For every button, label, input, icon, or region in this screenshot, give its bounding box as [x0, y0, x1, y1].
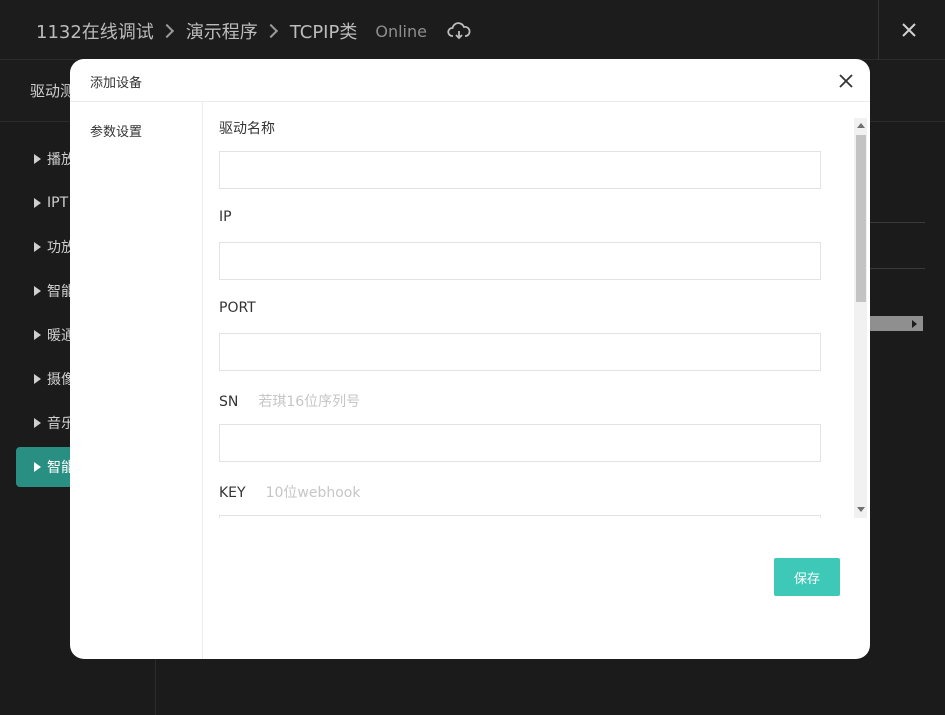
caret-right-icon	[34, 374, 41, 384]
port-input[interactable]	[219, 333, 821, 371]
app-header: 1132在线调试 演示程序 TCPIP类 Online	[0, 0, 945, 60]
sn-field: SN 若琪16位序列号	[219, 391, 821, 462]
caret-right-icon	[34, 198, 41, 208]
port-field: PORT	[219, 300, 821, 371]
breadcrumb: 1132在线调试 演示程序 TCPIP类 Online	[36, 18, 471, 44]
form-fields: 驱动名称 IP PORT SN 若琪16位序列号 KEY 10位webhook	[219, 118, 853, 518]
dialog-header: 添加设备	[70, 59, 870, 102]
cloud-sync-icon[interactable]	[447, 21, 471, 41]
form-scrollbar[interactable]	[854, 118, 867, 518]
header-divider	[878, 0, 879, 60]
field-label: SN	[219, 394, 239, 410]
divider	[870, 222, 925, 223]
driver-name-field: 驱动名称	[219, 118, 821, 189]
field-label: KEY	[219, 485, 246, 501]
field-label: PORT	[219, 300, 256, 316]
key-input[interactable]	[219, 515, 821, 518]
caret-right-icon	[34, 242, 41, 252]
chevron-right-icon	[159, 23, 174, 39]
field-label: 驱动名称	[219, 121, 275, 137]
scroll-right-icon[interactable]	[912, 320, 917, 328]
save-button[interactable]: 保存	[774, 558, 840, 596]
caret-right-icon	[34, 154, 41, 164]
nav-item-parameters[interactable]: 参数设置	[90, 121, 142, 140]
caret-right-icon	[34, 418, 41, 428]
connection-status: Online	[375, 21, 427, 41]
dialog-nav: 参数设置	[70, 102, 203, 659]
field-hint: 若琪16位序列号	[258, 394, 361, 410]
close-icon[interactable]	[898, 19, 920, 41]
scrollbar-thumb[interactable]	[856, 135, 866, 302]
ip-field: IP	[219, 209, 821, 280]
scroll-down-icon[interactable]	[857, 507, 865, 512]
dialog-title: 添加设备	[90, 76, 143, 91]
caret-right-icon	[34, 330, 41, 340]
scroll-up-icon[interactable]	[857, 123, 865, 128]
field-label: IP	[219, 209, 232, 225]
add-device-dialog: 添加设备 参数设置 驱动名称 IP PORT SN 若琪16位序列号 KEY 1…	[70, 59, 870, 659]
breadcrumb-item[interactable]: 1132在线调试	[36, 18, 154, 44]
caret-right-icon	[34, 462, 41, 472]
field-hint: 10位webhook	[265, 485, 361, 501]
ip-input[interactable]	[219, 242, 821, 280]
key-field: KEY 10位webhook	[219, 482, 821, 518]
driver-name-input[interactable]	[219, 151, 821, 189]
sn-input[interactable]	[219, 424, 821, 462]
caret-right-icon	[34, 286, 41, 296]
close-icon[interactable]	[838, 73, 854, 89]
breadcrumb-item[interactable]: TCPIP类	[290, 18, 358, 44]
divider	[870, 268, 925, 269]
section-title: 驱动测	[30, 82, 76, 100]
sidebar-item-label: IPT	[47, 195, 69, 211]
chevron-right-icon	[263, 23, 278, 39]
breadcrumb-item[interactable]: 演示程序	[186, 18, 258, 44]
